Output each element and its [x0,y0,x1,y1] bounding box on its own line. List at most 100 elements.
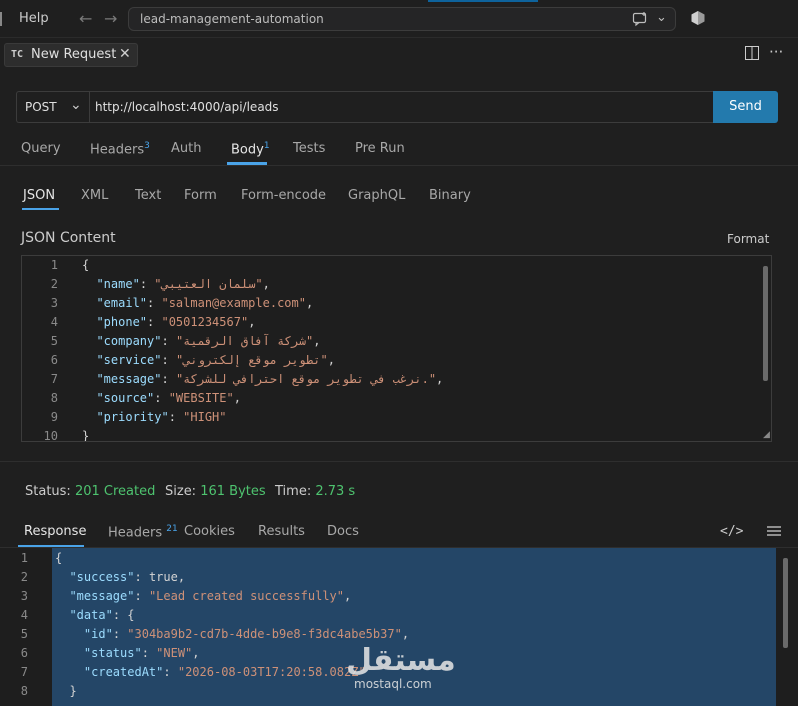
method-select[interactable]: POST ⌄ [16,91,89,123]
json-key: "data" [69,608,113,622]
format-button[interactable]: Format [727,232,769,246]
line-number: 6 [50,353,58,367]
json-value: "salman@example.com" [161,296,306,310]
tab-tests[interactable]: Tests [293,141,325,156]
tab-label: Headers [108,525,163,541]
title-bar: Help ← → lead-management-automation ⌄ [0,0,798,38]
back-arrow-icon[interactable]: ← [79,9,92,28]
json-key: "phone" [96,315,148,329]
chevron-down-icon[interactable]: ⌄ [656,10,667,25]
code-brace: { [82,258,90,272]
body-tab-text[interactable]: Text [135,188,161,203]
code-line: "source": "WEBSITE", [96,391,241,405]
code-line: "priority": "HIGH" [96,410,227,424]
line-number: 5 [20,627,28,641]
code-brace: } [82,429,90,442]
json-key: "company" [96,334,162,348]
tab-label: Headers [90,142,145,158]
json-value: "Lead created successfully" [148,589,345,603]
tab-auth[interactable]: Auth [171,141,201,156]
command-center-text: lead-management-automation [140,12,324,26]
json-key: "status" [83,646,142,660]
code-line: { [55,551,62,565]
size-value: 161 Bytes [200,484,266,499]
response-tab-results[interactable]: Results [258,524,305,539]
code-line: "company": "شركة آفاق الرقمية", [96,334,321,348]
line-number: 4 [20,608,28,622]
close-icon[interactable]: ✕ [119,46,131,62]
response-tab-headers[interactable]: Headers 21 [108,524,178,540]
response-tab-docs[interactable]: Docs [327,524,359,539]
split-editor-icon[interactable] [745,46,759,64]
tab-headers[interactable]: Headers3 [90,141,150,157]
tab-label: Docs [327,524,359,539]
json-value: true [148,570,178,584]
tab-body[interactable]: Body1 [231,141,270,157]
resize-grip-icon[interactable]: ◢ [763,430,770,440]
json-key: "createdAt" [83,665,164,679]
code-line: } [82,429,90,442]
panel-divider[interactable] [0,461,798,462]
body-tab-binary[interactable]: Binary [429,188,471,203]
time-info: Time: 2.73 s [275,484,355,499]
json-key: "name" [96,277,140,291]
method-value: POST [25,100,57,114]
menu-separator [0,12,2,26]
menu-icon[interactable] [767,525,781,541]
code-line: "status": "NEW", [83,646,200,660]
tabs-divider [0,165,798,166]
line-number: 10 [43,429,58,442]
tab-label: Tests [293,141,326,156]
response-tab-cookies[interactable]: Cookies [184,524,235,539]
chat-add-icon[interactable] [632,11,648,31]
forward-arrow-icon[interactable]: → [104,9,117,28]
body-tab-form-encode[interactable]: Form-encode [241,188,326,203]
json-editor[interactable]: 1 2 3 4 5 6 7 8 9 10 { "name": "سلمان ال… [21,255,772,442]
menu-help[interactable]: Help [19,11,49,26]
response-scrollbar[interactable] [783,558,788,648]
editor-scrollbar[interactable] [763,266,768,381]
line-number: 4 [50,315,58,329]
line-number: 2 [50,277,58,291]
line-number: 7 [50,372,58,386]
line-number: 8 [20,684,28,698]
body-tab-xml[interactable]: XML [81,188,108,203]
code-line: "message": "نرغب في تطوير موقع احترافي ل… [96,372,444,386]
more-icon[interactable]: ··· [769,43,783,61]
code-line: "phone": "0501234567", [96,315,256,329]
line-number: 1 [50,258,58,272]
url-value: http://localhost:4000/api/leads [95,100,279,114]
send-button[interactable]: Send [713,91,778,123]
line-number: 5 [50,334,58,348]
tab-label: Response [24,524,87,539]
json-value: "2026-08-03T17:20:58.082Z" [177,665,366,679]
json-value: { [127,608,135,622]
copilot-icon[interactable] [690,10,706,30]
url-input[interactable]: http://localhost:4000/api/leads [89,91,714,123]
json-key: "message" [69,589,135,603]
body-tab-graphql[interactable]: GraphQL [348,188,405,203]
tab-count: 21 [166,524,178,534]
json-value: "تطوير موقع إلكتروني" [175,353,328,367]
json-value: "نرغب في تطوير موقع احترافي للشركة." [175,372,437,386]
line-number: 6 [20,646,28,660]
body-tab-form[interactable]: Form [184,188,217,203]
tab-label: Results [258,524,305,539]
response-tab-response[interactable]: Response [24,524,86,539]
tab-pre-run[interactable]: Pre Run [355,141,405,156]
time-label: Time: [275,484,312,499]
tab-label: Auth [171,141,202,156]
body-tab-json[interactable]: JSON [23,188,55,203]
active-body-tab-indicator [22,208,59,210]
editor-tab-new-request[interactable]: TC New Request ✕ [4,43,138,67]
active-tab-indicator [227,162,267,165]
chevron-down-icon: ⌄ [70,97,82,113]
tab-query[interactable]: Query [21,141,61,156]
line-number: 2 [20,570,28,584]
json-key: "service" [96,353,162,367]
focus-indicator [428,0,538,2]
code-icon[interactable]: </> [720,524,743,539]
code-line: } [55,684,76,698]
command-center-search[interactable]: lead-management-automation ⌄ [128,7,676,31]
line-number: 3 [20,589,28,603]
